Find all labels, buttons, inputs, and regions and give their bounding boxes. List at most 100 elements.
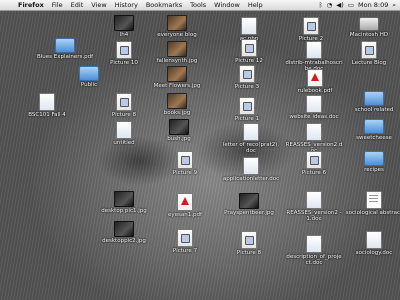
jpgdark-icon [239, 193, 259, 209]
desktop-icon[interactable]: Macintosh HD [340, 17, 398, 38]
pic-icon [177, 151, 193, 169]
desktop-icon[interactable]: Meet Flowers.jpg [148, 66, 206, 89]
desktop-icon[interactable]: Picture 1 [218, 97, 276, 122]
menu-edit[interactable]: Edit [67, 1, 88, 9]
desktop-icon-label: BSC101 Fall 4 [28, 112, 66, 118]
desktop-icon-label: Public [80, 82, 98, 88]
doc-icon [241, 17, 257, 35]
desktop-icon-label: recipes [364, 167, 384, 173]
folder-icon [364, 119, 384, 134]
desktop-icon-label: Macintosh HD [349, 32, 389, 38]
desktop-icon[interactable]: Picture 2 [282, 17, 340, 42]
menu-help[interactable]: Help [244, 1, 267, 9]
battery-icon[interactable]: ▭ [348, 1, 354, 9]
desktop-icon[interactable]: letter of reco(prat2).doc [222, 123, 280, 154]
desktop-icon[interactable]: Picture 6 [285, 151, 343, 176]
desktop-icon[interactable]: Public [60, 66, 118, 88]
desktop-icon[interactable]: REASSES_version2 - 1.doc [285, 191, 343, 222]
menu-file[interactable]: File [48, 1, 67, 9]
desktop-icon[interactable]: Blues Explainers.pdf [36, 38, 94, 60]
pic-icon [177, 229, 193, 247]
doc-icon [39, 93, 55, 111]
jpgdark-icon [114, 15, 134, 31]
desktop-icon-label: Lecture Blog [351, 60, 387, 66]
jpgdark-icon [114, 191, 134, 207]
desktop-icon[interactable]: Picture 7 [156, 229, 214, 254]
desktop-icon[interactable]: untitled [95, 121, 153, 146]
desktop-icon[interactable]: sociological abstract [345, 191, 400, 216]
desktop-icon[interactable]: Picture 9 [156, 151, 214, 176]
desktop-icon[interactable]: sociology.doc [345, 231, 400, 256]
doc-icon [366, 231, 382, 249]
desktop-icon[interactable]: rulebook.pdf [286, 69, 344, 94]
doc-icon [306, 191, 322, 209]
pic-icon [116, 93, 132, 111]
doc-icon [306, 235, 322, 253]
desktop-icon-label: applicationletter.doc [222, 176, 280, 182]
desktop-icon-label: Picture 1 [234, 116, 260, 122]
desktop-icon-label: website ideas.doc [289, 114, 339, 120]
menu-history[interactable]: History [111, 1, 142, 9]
desktop-icon[interactable]: desktop pic1.jpg [95, 191, 153, 214]
desktop-icon[interactable]: Picture 8 [95, 93, 153, 118]
desktop-icon-label: Picture 8 [111, 112, 137, 118]
app-menu-firefox[interactable]: Firefox [14, 1, 48, 9]
desktop-icon[interactable]: desktoppic2.jpg [95, 221, 153, 244]
desktop-icon-label: Prayspentbeer.jpg [224, 210, 274, 216]
textfile-icon [366, 191, 382, 209]
desktop-icon-label: everyone blog [157, 32, 197, 38]
desktop-icon-label: letter of reco(prat2).doc [222, 142, 280, 154]
desktop-icon-label: bush.jpg [167, 136, 191, 142]
desktop-icon[interactable]: description_of_project.doc [285, 235, 343, 266]
desktop[interactable]: lh4everyone blogac.phpPicture 2Macintosh… [0, 11, 400, 300]
menu-window[interactable]: Window [210, 1, 244, 9]
desktop-icon[interactable]: website ideas.doc [285, 95, 343, 120]
desktop-icon-label: description_of_project.doc [286, 254, 342, 266]
desktop-icon[interactable]: applicationletter.doc [222, 157, 280, 182]
desktop-icon[interactable]: Picture 10 [95, 41, 153, 66]
desktop-icon[interactable]: Prayspentbeer.jpg [220, 193, 278, 216]
folder-icon [364, 151, 384, 166]
menu-bar: Firefox File Edit View History Bookmarks… [0, 0, 400, 11]
desktop-icon[interactable]: sweetcheese [345, 119, 400, 141]
desktop-icon-label: desktop pic1.jpg [101, 208, 147, 214]
volume-icon[interactable]: ◀) [336, 1, 344, 9]
desktop-icon-label: Picture 7 [172, 248, 198, 254]
menu-tools[interactable]: Tools [186, 1, 210, 9]
menu-clock[interactable]: Mon 8:09 [358, 1, 388, 9]
desktop-icon-label: rulebook.pdf [297, 88, 333, 94]
desktop-icon-label: untitled [113, 140, 135, 146]
desktop-icon[interactable]: fallensynth.jpg [148, 41, 206, 64]
desktop-icon-label: REASSES_version2 - 1.doc [286, 210, 342, 222]
pic-icon [303, 17, 319, 35]
desktop-icon[interactable]: eyesan1.pdf [156, 193, 214, 218]
pic-icon [116, 41, 132, 59]
jpgdark-icon [114, 221, 134, 237]
spotlight-icon[interactable]: ⌕ [392, 1, 396, 10]
desktop-icon[interactable]: lh4 [95, 15, 153, 38]
menu-bookmarks[interactable]: Bookmarks [142, 1, 186, 9]
doc-icon [306, 95, 322, 113]
folder-icon [364, 91, 384, 106]
desktop-icon[interactable]: Picture 12 [220, 39, 278, 64]
desktop-icon[interactable]: BSC101 Fall 4 [18, 93, 76, 118]
desktop-icon[interactable]: distrib-mtrabalhoscribe.doc [285, 41, 343, 72]
desktop-icon[interactable]: Lecture Blog [340, 41, 398, 66]
desktop-icon[interactable]: Picture 8 [220, 231, 278, 256]
desktop-icon[interactable]: everyone blog [148, 15, 206, 38]
wifi-icon[interactable]: ◔ [327, 1, 333, 9]
bluetooth-icon[interactable]: ᛒ [319, 1, 323, 9]
desktop-icon[interactable]: recipes [345, 151, 400, 173]
disk-icon [359, 17, 379, 31]
desktop-icon[interactable]: REASSES_version2.doc [285, 123, 343, 154]
doc-icon [243, 157, 259, 175]
desktop-icon[interactable]: bush.jpg [150, 119, 208, 142]
pic-icon [241, 39, 257, 57]
desktop-icon[interactable]: Picture 3 [218, 65, 276, 90]
doc-icon [306, 41, 322, 59]
desktop-icon[interactable]: school related [345, 91, 400, 113]
desktop-icon[interactable]: books.jpg [148, 93, 206, 116]
desktop-icon-label: Blues Explainers.pdf [36, 54, 94, 60]
folder-icon [79, 66, 99, 81]
menu-view[interactable]: View [87, 1, 110, 9]
